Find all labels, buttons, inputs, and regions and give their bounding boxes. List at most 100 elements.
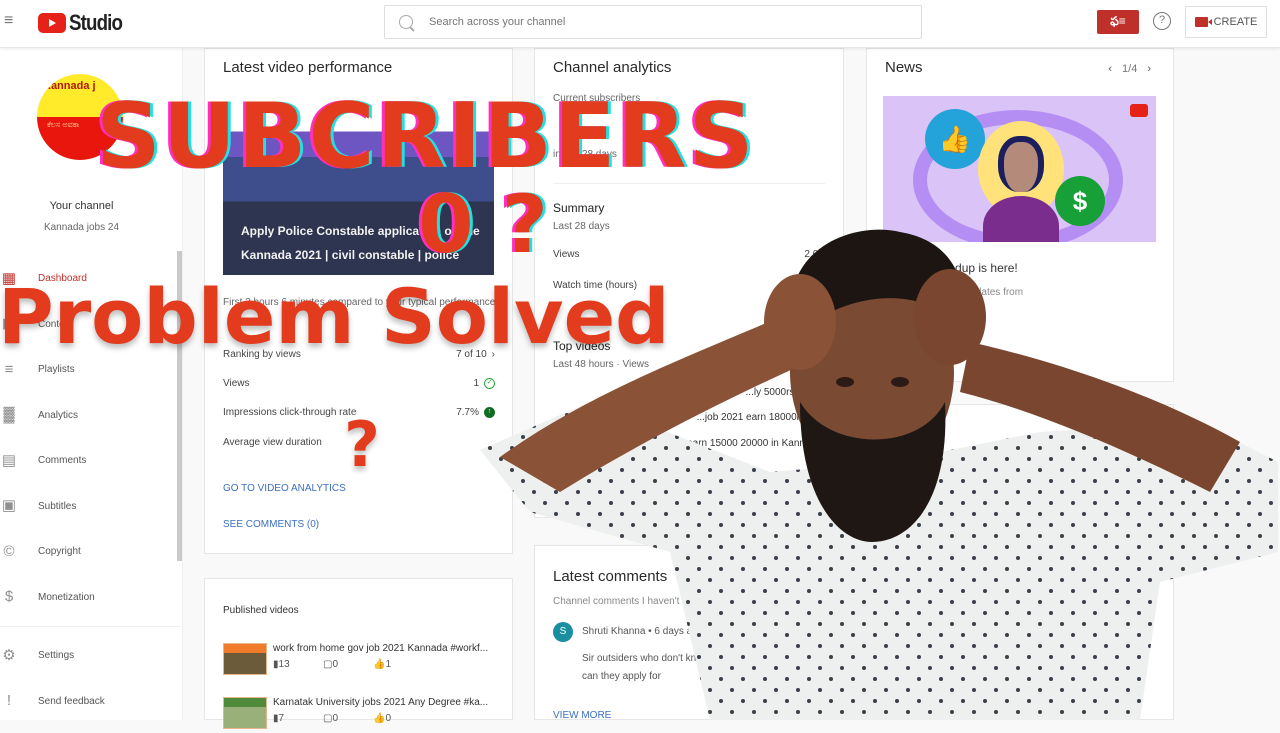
account-switcher-button[interactable]: ఫ≡ xyxy=(1097,10,1139,34)
video-thumbnail xyxy=(223,697,267,729)
performance-note: First 3 hours 6 minutes compared to your… xyxy=(223,297,496,308)
top-video-item[interactable]: ...job 2021 earn 18000rs xyxy=(553,412,825,423)
subscribers-change: in last 28 days xyxy=(553,149,617,160)
ranking-row[interactable]: Ranking by views 7 of 10 › xyxy=(223,349,495,360)
sidebar-item-label: Analytics xyxy=(38,409,79,421)
sidebar-divider xyxy=(0,626,180,627)
menu-icon[interactable]: ≡ xyxy=(4,13,18,29)
comment-text: Sir outsiders who don't know language ca… xyxy=(582,653,753,682)
news-headline[interactable]: Creator Roundup is here! xyxy=(883,261,1018,275)
check-circle-icon: ✓ xyxy=(484,378,495,389)
sidebar-item-comments[interactable]: ▤ Comments xyxy=(0,438,180,484)
card-title: Latest video performance xyxy=(223,59,393,76)
published-video-item[interactable]: Karnatak University jobs 2021 Any Degree… xyxy=(223,697,495,733)
latest-video-thumbnail[interactable]: Apply Police Constable application onlin… xyxy=(223,91,494,275)
sidebar-item-settings[interactable]: ⚙ Settings xyxy=(0,633,180,679)
sidebar-item-label: Send feedback xyxy=(38,695,105,707)
thumbs-up-icon: 👍 xyxy=(373,659,386,670)
settings-icon: ⚙ xyxy=(2,646,16,664)
help-icon[interactable]: ? xyxy=(1153,12,1171,30)
studio-logo[interactable]: Studio xyxy=(38,10,131,36)
subtitles-icon: ▣ xyxy=(1,497,17,515)
sidebar-item-subtitles[interactable]: ▣ Subtitles xyxy=(0,484,180,530)
sidebar-item-label: Monetization xyxy=(38,591,95,603)
comment-icon: ▢ xyxy=(323,713,333,724)
comments-stat: ▢ 0 xyxy=(323,659,339,670)
sidebar-item-monetization[interactable]: $ Monetization xyxy=(0,575,180,621)
ranking-value: 7 of 10 xyxy=(456,349,487,360)
sidebar-nav: ▦ Dashboard ▶ Content ≡ Playlists ▓ Analytic… xyxy=(0,256,180,724)
avatar-text-top: Kannada j xyxy=(43,80,96,92)
blank-card xyxy=(866,404,1174,720)
see-comments-link[interactable]: SEE COMMENTS (0) xyxy=(223,519,319,530)
content-icon: ▶ xyxy=(3,315,15,333)
create-label: CREATE xyxy=(1213,16,1258,28)
app-name: Studio xyxy=(69,10,123,35)
top-video-item[interactable]: ...job 2021 earn 15000 20000 in Kann xyxy=(553,438,825,449)
top-videos-title: Top videos xyxy=(553,339,611,353)
likes-stat: 👍 1 xyxy=(373,659,392,670)
comments-stat: ▢ 0 xyxy=(323,713,339,724)
your-channel-label: Your channel xyxy=(49,200,114,212)
top-video-item[interactable]: ...ly 5000rs in xyxy=(553,387,825,398)
comments-subtitle: Channel comments I haven't responded to xyxy=(553,596,741,607)
channel-avatar[interactable]: Kannada j ಕೆಲಸ ಅವಕಾ xyxy=(37,74,123,160)
thumbs-up-icon: 👍 xyxy=(925,109,985,169)
chevron-right-icon: › xyxy=(491,349,495,360)
sidebar-item-label: Settings xyxy=(38,650,75,662)
latest-video-card: Latest video performance Apply Police Co… xyxy=(204,48,513,554)
sidebar-item-analytics[interactable]: ▓ Analytics xyxy=(0,393,180,439)
person-head-graphic xyxy=(998,136,1044,192)
sidebar-item-playlists[interactable]: ≡ Playlists xyxy=(0,347,180,393)
card-title: Latest comments xyxy=(553,568,668,585)
card-title: Channel analytics xyxy=(553,59,672,76)
video-camera-icon xyxy=(1194,17,1212,27)
chevron-left-icon[interactable]: ‹ xyxy=(1108,63,1112,75)
divider xyxy=(553,183,825,184)
sidebar-item-label: Subtitles xyxy=(38,500,77,512)
comment-icon: ▢ xyxy=(323,659,333,670)
summary-period: Last 28 days xyxy=(553,221,610,232)
video-thumbnail xyxy=(223,643,267,675)
stat-label: Average view duration xyxy=(223,437,322,448)
thumbnail-caption-line2: Kannada 2021 | civil constable | police xyxy=(241,248,460,262)
sidebar-item-label: Copyright xyxy=(38,546,81,558)
sidebar-scrollbar[interactable] xyxy=(177,251,182,561)
dashboard-icon: ▦ xyxy=(1,269,17,287)
go-to-video-analytics-link[interactable]: GO TO VIDEO ANALYTICS xyxy=(223,483,346,494)
sidebar-item-label: Content xyxy=(38,318,74,330)
comment-author: Shruti Khanna • 6 days ago xyxy=(582,626,704,637)
playlists-icon: ≡ xyxy=(4,360,14,378)
search-icon xyxy=(399,15,413,29)
news-text: Creator news and updates from xyxy=(883,287,1024,298)
row-value: 2.0K xyxy=(804,249,825,260)
sidebar-item-send-feedback[interactable]: ! Send feedback xyxy=(0,679,180,725)
news-illustration[interactable]: 👍 $ xyxy=(883,96,1156,242)
stat-row-views: Views 1 ✓ xyxy=(223,378,495,389)
search-bar[interactable] xyxy=(384,5,922,39)
latest-comments-card: Latest comments Channel comments I haven… xyxy=(534,545,844,721)
sidebar-item-copyright[interactable]: © Copyright xyxy=(0,529,180,575)
up-arrow-circle-icon: ↑ xyxy=(484,407,495,418)
top-videos-subtitle: Last 48 hours · Views xyxy=(553,359,649,370)
card-title: Published videos xyxy=(223,605,299,616)
published-video-item[interactable]: work from home gov job 2021 Kannada #wor… xyxy=(223,643,495,679)
channel-analytics-card: Channel analytics Current subscribers in… xyxy=(534,48,844,518)
summary-title: Summary xyxy=(553,201,605,215)
sidebar-item-content[interactable]: ▶ Content xyxy=(0,302,180,348)
search-input[interactable] xyxy=(429,16,889,28)
channel-name: Kannada jobs 24 xyxy=(43,222,120,233)
create-button[interactable]: CREATE xyxy=(1185,6,1267,38)
sidebar: Kannada j ಕೆಲಸ ಅವಕಾ Your channel Kannada… xyxy=(0,48,183,720)
sidebar-item-dashboard[interactable]: ▦ Dashboard xyxy=(0,256,180,302)
view-more-link[interactable]: VIEW MORE xyxy=(553,710,611,721)
top-bar: ≡ Studio ఫ≡ ? CREATE xyxy=(0,0,1280,48)
views-stat: ▮ 7 xyxy=(273,713,285,724)
current-subscribers-label: Current subscribers xyxy=(553,93,641,104)
stat-value: 1 xyxy=(473,378,479,389)
likes-stat: 👍 0 xyxy=(373,713,392,724)
commenter-avatar[interactable]: S xyxy=(553,622,573,642)
sidebar-item-label: Dashboard xyxy=(38,273,87,285)
youtube-logo-icon xyxy=(38,13,66,33)
chevron-right-icon[interactable]: › xyxy=(1147,63,1151,75)
